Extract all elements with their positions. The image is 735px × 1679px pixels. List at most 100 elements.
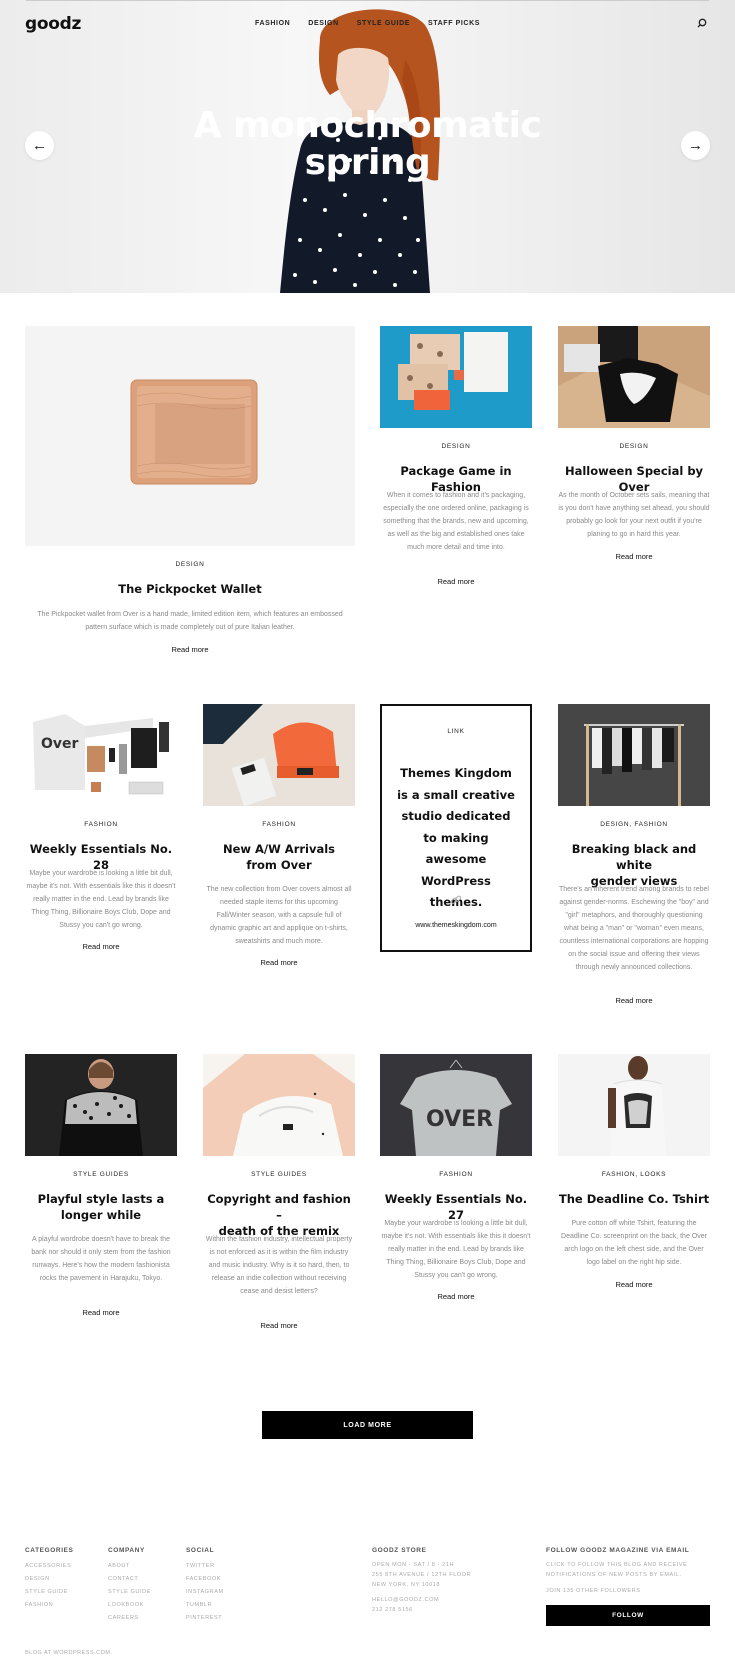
footer-heading: FOLLOW GOODZ MAGAZINE VIA EMAIL [546, 1547, 690, 1554]
post-thumbnail-package[interactable] [380, 326, 532, 428]
store-hours: OPEN MON - SAT / 8 - 21H [372, 1562, 455, 1568]
post-category[interactable]: STYLE GUIDES [203, 1171, 355, 1178]
read-more-link[interactable]: Read more [558, 552, 710, 561]
read-more-link[interactable]: Read more [203, 1321, 355, 1330]
footer-link-pinterest[interactable]: PINTEREST [186, 1612, 224, 1625]
wallet-image [130, 379, 258, 485]
post-excerpt: As the month of October sets sails, mean… [558, 492, 710, 538]
post-title[interactable]: The Deadline Co. Tshirt [558, 1191, 710, 1207]
read-more-link[interactable]: Read more [25, 1308, 177, 1317]
read-more-link[interactable]: Read more [203, 958, 355, 967]
load-more-button[interactable]: LOAD MORE [262, 1411, 473, 1439]
footer-store: GOODZ STORE OPEN MON - SAT / 8 - 21H 255… [372, 1547, 471, 1615]
footer-link[interactable]: ACCESSORIES [25, 1560, 74, 1573]
read-more-link[interactable]: Read more [25, 645, 355, 654]
nav-design[interactable]: DESIGN [308, 20, 338, 27]
post-thumbnail-playful-style[interactable] [25, 1054, 177, 1156]
prev-slide-button[interactable]: ← [25, 131, 54, 160]
post-card-gender-views: DESIGN, FASHION Breaking black and white… [558, 806, 710, 1006]
store-email[interactable]: HELLO@GOODZ.COM [372, 1595, 471, 1605]
post-category[interactable]: DESIGN [25, 561, 355, 568]
read-more-link[interactable]: Read more [25, 942, 177, 951]
footer-categories: CATEGORIES ACCESSORIES DESIGN STYLE GUID… [25, 1547, 74, 1612]
wordpress-credit[interactable]: BLOG AT WORDPRESS.COM. [25, 1650, 113, 1656]
post-title[interactable]: Playful style lasts a longer while [25, 1191, 177, 1223]
link-post-url[interactable]: www.themeskingdom.com [382, 922, 530, 929]
post-thumbnail-essentials-27[interactable]: OVER [380, 1054, 532, 1156]
post-thumbnail-essentials-28[interactable]: Over [25, 704, 177, 806]
footer-company: COMPANY ABOUT CONTACT STYLE GUIDE LOOKBO… [108, 1547, 151, 1625]
post-category[interactable]: FASHION [203, 821, 355, 828]
post-excerpt: Within the fashion industry, intellectua… [205, 1236, 353, 1295]
essentials-28-image: Over [33, 714, 169, 795]
post-thumbnail-wallet[interactable] [25, 326, 355, 546]
post-title[interactable]: The Pickpocket Wallet [25, 581, 355, 597]
footer-link[interactable]: DESIGN [25, 1573, 74, 1586]
post-thumbnail-aw-arrivals[interactable] [203, 704, 355, 806]
post-category[interactable]: FASHION, LOOKS [558, 1171, 710, 1178]
footer-link-instagram[interactable]: INSTAGRAM [186, 1586, 224, 1599]
footer-link[interactable]: STYLE GUIDE [25, 1586, 74, 1599]
footer-heading: CATEGORIES [25, 1547, 74, 1554]
post-card-deadline-tshirt: FASHION, LOOKS The Deadline Co. Tshirt P… [558, 1156, 710, 1306]
post-category[interactable]: DESIGN, FASHION [558, 821, 710, 828]
post-title[interactable]: Copyright and fashion – death of the rem… [203, 1191, 355, 1239]
post-category[interactable]: FASHION [25, 821, 177, 828]
post-excerpt: Pure cotton off white Tshirt, featuring … [561, 1220, 707, 1266]
next-slide-button[interactable]: → [681, 131, 710, 160]
post-category[interactable]: STYLE GUIDES [25, 1171, 177, 1178]
footer-link[interactable]: FASHION [25, 1599, 74, 1612]
post-title[interactable]: Breaking black and white gender views [558, 841, 710, 889]
footer-link-facebook[interactable]: FACEBOOK [186, 1573, 224, 1586]
footer-link[interactable]: LOOKBOOK [108, 1599, 151, 1612]
playful-style-image [25, 1054, 177, 1156]
post-card-essentials-27: FASHION Weekly Essentials No. 27 Maybe y… [380, 1156, 532, 1306]
link-post-label: LINK [447, 728, 465, 735]
post-excerpt: The new collection from Over covers almo… [206, 886, 352, 945]
post-thumbnail-halloween[interactable] [558, 326, 710, 428]
post-title-line2: from Over [246, 858, 312, 872]
post-title[interactable]: New A/W Arrivals from Over [203, 841, 355, 873]
link-post-card[interactable]: LINK Themes Kingdom is a small creative … [380, 704, 532, 952]
footer-link-tumblr[interactable]: TUMBLR [186, 1599, 224, 1612]
read-more-link[interactable]: Read more [558, 996, 710, 1005]
post-title-line1: Playful style lasts a [37, 1192, 165, 1206]
post-excerpt: Maybe your wardrobe is looking a little … [26, 870, 176, 929]
nav-style-guide[interactable]: STYLE GUIDE [357, 20, 410, 27]
footer-link[interactable]: STYLE GUIDE [108, 1586, 151, 1599]
read-more-link[interactable]: Read more [380, 1292, 532, 1301]
post-title-line1: Breaking black and white [571, 842, 697, 872]
footer-link[interactable]: ABOUT [108, 1560, 151, 1573]
footer-link[interactable]: CAREERS [108, 1612, 151, 1625]
top-border [26, 0, 709, 1]
follower-count: JOIN 135 OTHER FOLLOWERS [546, 1588, 641, 1594]
post-thumbnail-gender-views[interactable] [558, 704, 710, 806]
post-category[interactable]: FASHION [380, 1171, 532, 1178]
post-thumbnail-deadline-tshirt[interactable] [558, 1054, 710, 1156]
aw-arrivals-image [203, 704, 339, 806]
hero-title[interactable]: A monochromatic spring [0, 107, 735, 181]
store-phone: 212 278 5156 [372, 1607, 413, 1613]
post-category[interactable]: DESIGN [380, 443, 532, 450]
main-nav: FASHION DESIGN STYLE GUIDE STAFF PICKS [0, 20, 735, 27]
post-category[interactable]: DESIGN [558, 443, 710, 450]
post-card-wallet: DESIGN The Pickpocket Wallet The Pickpoc… [25, 546, 355, 666]
post-card-playful-style: STYLE GUIDES Playful style lasts a longe… [25, 1156, 177, 1326]
chain-link-icon [382, 894, 530, 909]
nav-fashion[interactable]: FASHION [255, 20, 290, 27]
arrow-left-icon: ← [32, 137, 47, 154]
footer-link[interactable]: CONTACT [108, 1573, 151, 1586]
search-icon[interactable] [697, 18, 707, 28]
post-card-halloween: DESIGN Halloween Special by Over As the … [558, 428, 710, 578]
post-thumbnail-copyright[interactable] [203, 1054, 355, 1156]
read-more-link[interactable]: Read more [380, 577, 532, 586]
read-more-link[interactable]: Read more [558, 1280, 710, 1289]
follow-button[interactable]: FOLLOW [546, 1605, 710, 1626]
store-city: NEW YORK, NY 10018 [372, 1582, 441, 1588]
footer-link-twitter[interactable]: TWITTER [186, 1560, 224, 1573]
gender-views-image [558, 704, 710, 806]
arrow-right-icon: → [688, 137, 703, 154]
post-card-aw-arrivals: FASHION New A/W Arrivals from Over The n… [203, 806, 355, 967]
nav-staff-picks[interactable]: STAFF PICKS [428, 20, 480, 27]
post-title-line2: longer while [60, 1208, 142, 1222]
